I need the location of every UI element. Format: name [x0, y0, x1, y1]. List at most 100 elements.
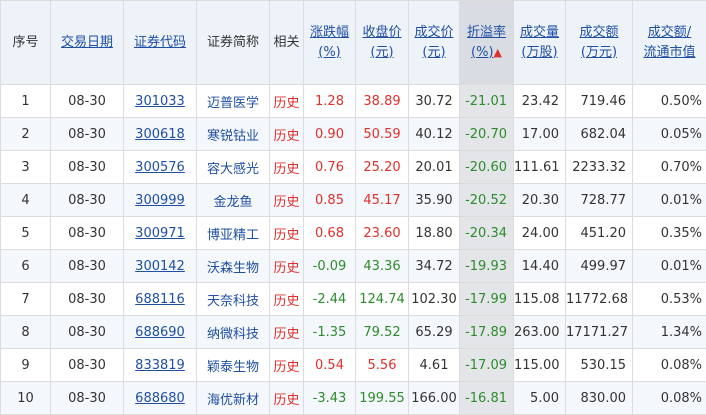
- cell-code[interactable]: 688680: [124, 382, 197, 415]
- arrow-up-icon: ▲: [494, 46, 502, 59]
- cell-name[interactable]: 寒锐钴业: [197, 118, 270, 151]
- cell-premium: -16.81: [460, 382, 514, 415]
- cell-ratio: 0.01%: [633, 184, 706, 217]
- cell-index: 6: [1, 250, 51, 283]
- cell-name[interactable]: 颖泰生物: [197, 349, 270, 382]
- sort-code-link[interactable]: 证券代码: [134, 35, 186, 50]
- cell-premium: -20.34: [460, 217, 514, 250]
- cell-deal: 34.72: [409, 250, 460, 283]
- sort-deal-link[interactable]: 成交价: [414, 25, 453, 40]
- cell-code[interactable]: 300999: [124, 184, 197, 217]
- col-header-change[interactable]: 涨跌幅 (%): [304, 1, 356, 85]
- cell-code[interactable]: 300971: [124, 217, 197, 250]
- sort-change-link[interactable]: 涨跌幅: [310, 25, 349, 40]
- amount-unit[interactable]: (万元): [581, 45, 617, 60]
- cell-code[interactable]: 300576: [124, 151, 197, 184]
- cell-name[interactable]: 容大感光: [197, 151, 270, 184]
- cell-name[interactable]: 迈普医学: [197, 85, 270, 118]
- col-header-amount[interactable]: 成交额 (万元): [566, 1, 633, 85]
- cell-code[interactable]: 833819: [124, 349, 197, 382]
- col-header-code[interactable]: 证券代码: [124, 1, 197, 85]
- sort-ratio-link[interactable]: 成交额/: [648, 25, 691, 40]
- table-row: 108-30301033迈普医学历史1.2838.8930.72-21.0123…: [1, 85, 706, 118]
- stock-code-link[interactable]: 688116: [135, 292, 185, 307]
- history-link[interactable]: 历史: [270, 250, 304, 283]
- cell-close: 5.56: [356, 349, 409, 382]
- cell-ratio: 0.08%: [633, 349, 706, 382]
- history-link[interactable]: 历史: [270, 184, 304, 217]
- history-link[interactable]: 历史: [270, 382, 304, 415]
- stock-code-link[interactable]: 300576: [135, 160, 185, 175]
- stock-code-link[interactable]: 688690: [135, 325, 185, 340]
- history-link[interactable]: 历史: [270, 151, 304, 184]
- cell-volume: 14.40: [514, 250, 566, 283]
- sort-volume-link[interactable]: 成交量: [520, 25, 559, 40]
- cell-name[interactable]: 纳微科技: [197, 316, 270, 349]
- cell-ratio: 0.53%: [633, 283, 706, 316]
- table-row: 1008-30688680海优新材历史-3.43199.55166.00-16.…: [1, 382, 706, 415]
- cell-change: 0.90: [304, 118, 356, 151]
- sort-premium-link[interactable]: 折溢率: [467, 25, 506, 40]
- stock-code-link[interactable]: 300999: [135, 193, 185, 208]
- cell-close: 25.20: [356, 151, 409, 184]
- table-row: 308-30300576容大感光历史0.7625.2020.01-20.6011…: [1, 151, 706, 184]
- cell-change: 0.85: [304, 184, 356, 217]
- sort-date-link[interactable]: 交易日期: [61, 35, 113, 50]
- table-row: 508-30300971博亚精工历史0.6823.6018.80-20.3424…: [1, 217, 706, 250]
- cell-index: 4: [1, 184, 51, 217]
- history-link[interactable]: 历史: [270, 85, 304, 118]
- cell-date: 08-30: [51, 349, 124, 382]
- stock-code-link[interactable]: 300142: [135, 259, 185, 274]
- cell-change: -2.44: [304, 283, 356, 316]
- cell-name[interactable]: 博亚精工: [197, 217, 270, 250]
- ratio-unit[interactable]: 流通市值: [643, 45, 695, 60]
- cell-name[interactable]: 沃森生物: [197, 250, 270, 283]
- col-header-close[interactable]: 收盘价 (元): [356, 1, 409, 85]
- history-link[interactable]: 历史: [270, 118, 304, 151]
- table-row: 808-30688690纳微科技历史-1.3579.5265.29-17.892…: [1, 316, 706, 349]
- cell-premium: -17.99: [460, 283, 514, 316]
- stock-code-link[interactable]: 688680: [135, 391, 185, 406]
- stock-code-link[interactable]: 301033: [135, 94, 185, 109]
- col-header-deal[interactable]: 成交价 (元): [409, 1, 460, 85]
- cell-name[interactable]: 天奈科技: [197, 283, 270, 316]
- volume-unit[interactable]: (万股): [521, 45, 557, 60]
- cell-close: 23.60: [356, 217, 409, 250]
- col-header-premium[interactable]: 折溢率 (%)▲: [460, 1, 514, 85]
- cell-code[interactable]: 301033: [124, 85, 197, 118]
- sort-close-link[interactable]: 收盘价: [362, 25, 401, 40]
- cell-ratio: 0.08%: [633, 382, 706, 415]
- cell-code[interactable]: 300142: [124, 250, 197, 283]
- cell-close: 199.55: [356, 382, 409, 415]
- stock-code-link[interactable]: 833819: [135, 358, 185, 373]
- close-unit[interactable]: (元): [370, 45, 393, 60]
- cell-name[interactable]: 金龙鱼: [197, 184, 270, 217]
- cell-index: 10: [1, 382, 51, 415]
- cell-premium: -17.09: [460, 349, 514, 382]
- cell-deal: 18.80: [409, 217, 460, 250]
- stock-code-link[interactable]: 300618: [135, 127, 185, 142]
- history-link[interactable]: 历史: [270, 316, 304, 349]
- deal-unit[interactable]: (元): [422, 45, 445, 60]
- history-link[interactable]: 历史: [270, 349, 304, 382]
- cell-volume: 115.08: [514, 283, 566, 316]
- sort-amount-link[interactable]: 成交额: [579, 25, 618, 40]
- cell-close: 79.52: [356, 316, 409, 349]
- change-unit[interactable]: (%): [318, 45, 341, 60]
- cell-amount: 2233.32: [566, 151, 633, 184]
- cell-name[interactable]: 海优新材: [197, 382, 270, 415]
- history-link[interactable]: 历史: [270, 217, 304, 250]
- col-header-ratio[interactable]: 成交额/流通市值: [633, 1, 706, 85]
- col-header-volume[interactable]: 成交量 (万股): [514, 1, 566, 85]
- cell-change: -3.43: [304, 382, 356, 415]
- history-link[interactable]: 历史: [270, 283, 304, 316]
- cell-premium: -20.70: [460, 118, 514, 151]
- cell-premium: -20.52: [460, 184, 514, 217]
- col-header-date[interactable]: 交易日期: [51, 1, 124, 85]
- cell-index: 5: [1, 217, 51, 250]
- stock-code-link[interactable]: 300971: [135, 226, 185, 241]
- cell-code[interactable]: 300618: [124, 118, 197, 151]
- premium-unit[interactable]: (%): [471, 45, 494, 60]
- cell-code[interactable]: 688690: [124, 316, 197, 349]
- cell-code[interactable]: 688116: [124, 283, 197, 316]
